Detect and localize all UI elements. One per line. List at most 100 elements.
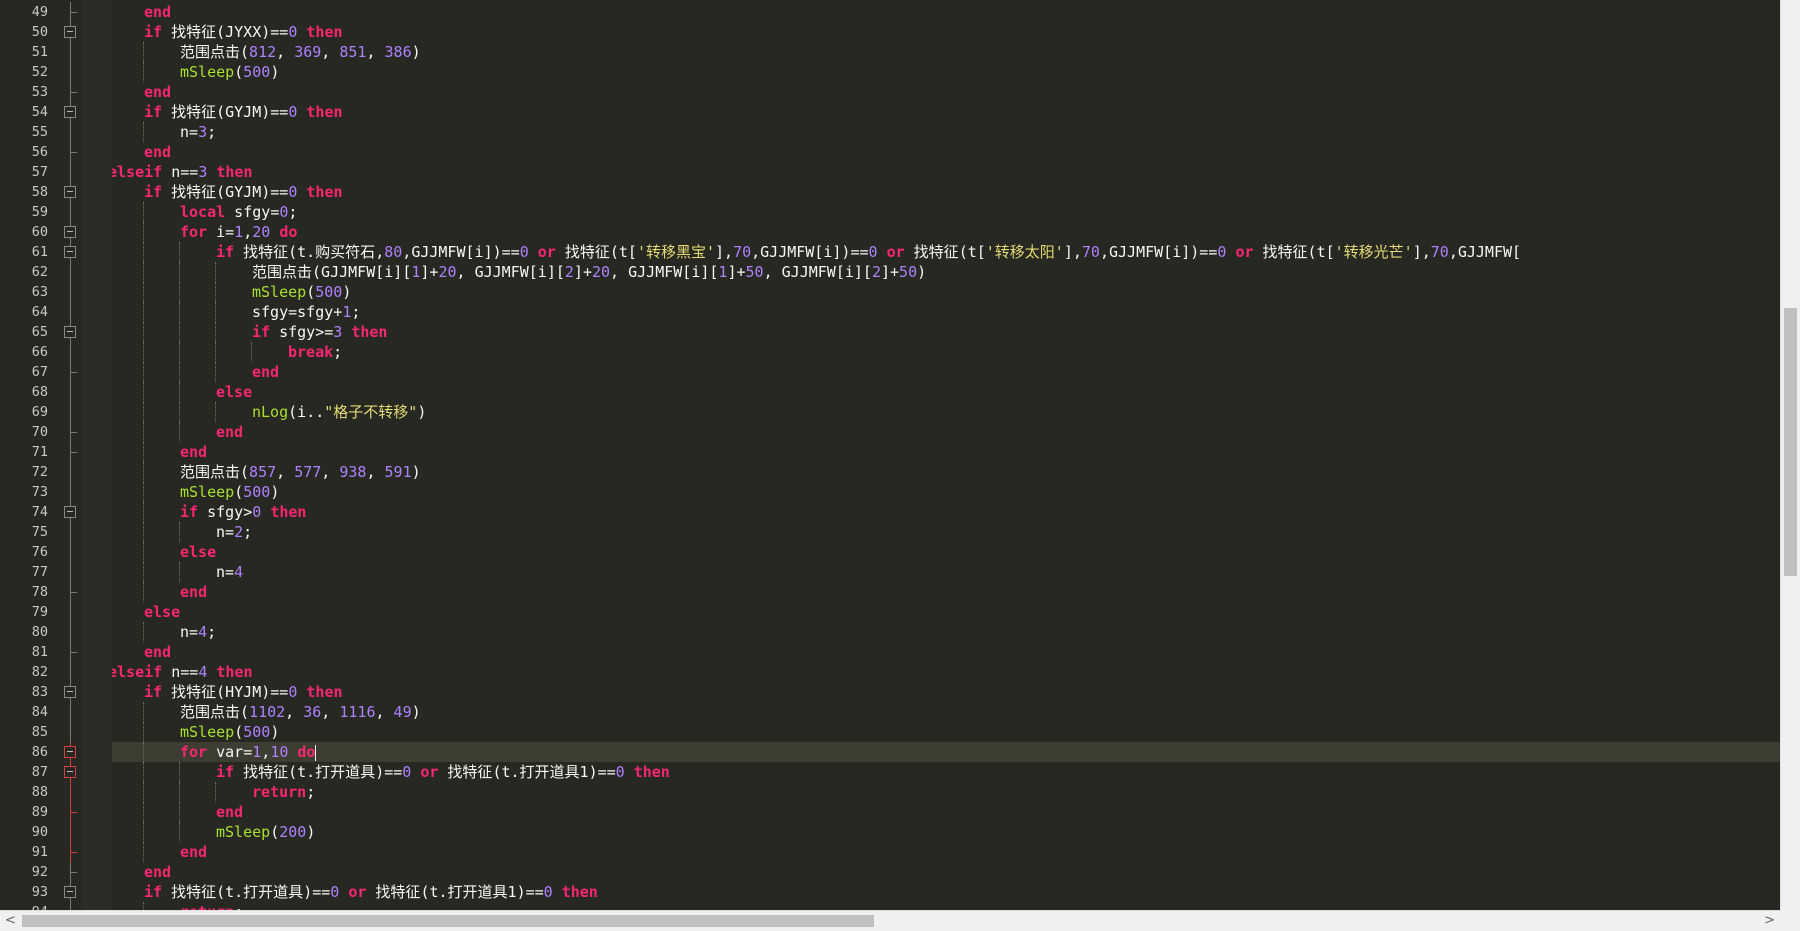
fold-toggle-icon[interactable] [64,766,76,778]
fold-toggle-icon[interactable] [64,326,76,338]
code-line[interactable]: if sfgy>0 then [112,502,1781,522]
fold-end-marker [70,12,77,13]
code-line[interactable]: else [112,542,1781,562]
token-kw: elseif [112,163,163,181]
code-line[interactable]: mSleep(200) [112,822,1781,842]
indent-guide [143,202,144,222]
scroll-right-arrow-icon[interactable]: > [1764,911,1775,931]
code-line[interactable]: mSleep(500) [112,482,1781,502]
code-text: end [144,82,171,102]
token-op: ][ [546,263,565,281]
fold-toggle-icon[interactable] [64,746,76,758]
fold-guide-line [70,562,71,582]
code-line[interactable]: end [112,362,1781,382]
token-op: )== [516,883,544,901]
code-line[interactable]: else [112,382,1781,402]
fold-toggle-icon[interactable] [64,886,76,898]
token-op: , [1448,243,1458,261]
code-line[interactable]: end [112,442,1781,462]
token-op: )== [261,683,289,701]
code-line[interactable]: end [112,862,1781,882]
indent-guide [179,322,180,342]
code-line[interactable]: if 找特征(t.购买符石,80,GJJMFW[i])==0 or 找特征(t[… [112,242,1781,262]
indent-guide [143,442,144,462]
code-line[interactable]: 范围点击(1102, 36, 1116, 49) [112,702,1781,722]
code-line[interactable]: elseif n==4 then [112,662,1781,682]
code-line[interactable]: 范围点击(857, 577, 938, 591) [112,462,1781,482]
code-line[interactable]: for i=1,20 do [112,222,1781,242]
code-line[interactable]: return; [112,782,1781,802]
code-line[interactable]: elseif n==3 then [112,162,1781,182]
code-line[interactable]: if 找特征(GYJM)==0 then [112,182,1781,202]
token-op: , [276,463,295,481]
horizontal-scrollbar[interactable]: < > [0,910,1781,931]
code-line[interactable]: nLog(i.."格子不转移") [112,402,1781,422]
code-line[interactable]: end [112,802,1781,822]
token-num: 500 [243,63,271,81]
line-number: 79 [31,604,48,620]
token-kw: end [144,143,172,161]
code-line[interactable]: if sfgy>=3 then [112,322,1781,342]
code-line[interactable]: end [112,422,1781,442]
code-line[interactable]: end [112,142,1781,162]
code-line[interactable]: mSleep(500) [112,282,1781,302]
token-kw: if [144,183,163,201]
code-area[interactable]: end if 找特征(JYXX)==0 then 范围点击(812, 369, 85… [112,0,1781,911]
vertical-scroll-thumb[interactable] [1784,308,1797,576]
code-text: else [216,382,252,402]
fold-margin[interactable] [82,0,112,911]
token-op: , [366,43,385,61]
code-line[interactable]: break; [112,342,1781,362]
code-line[interactable]: 范围点击(812, 369, 851, 386) [112,42,1781,62]
token-op: [ [682,263,692,281]
token-kw: end [144,643,172,661]
fold-toggle-icon[interactable] [64,686,76,698]
token-num: 70 [1081,243,1100,261]
fold-toggle-icon[interactable] [64,226,76,238]
fold-toggle-icon[interactable] [64,26,76,38]
token-op: ( [216,103,226,121]
code-line[interactable]: end [112,2,1781,22]
code-line[interactable]: n=3; [112,122,1781,142]
fold-toggle-icon[interactable] [64,106,76,118]
code-text: if sfgy>=3 then [252,322,387,342]
code-line[interactable]: n=2; [112,522,1781,542]
fold-toggle-icon[interactable] [64,506,76,518]
fold-toggle-icon[interactable] [64,186,76,198]
code-line[interactable]: end [112,582,1781,602]
code-line[interactable]: sfgy=sfgy+1; [112,302,1781,322]
fold-toggle-icon[interactable] [64,246,76,258]
indent-guide [179,562,180,582]
token-kw: then [306,103,343,121]
code-line[interactable]: end [112,642,1781,662]
line-number: 83 [31,684,48,700]
code-line[interactable]: mSleep(500) [112,62,1781,82]
code-line[interactable]: end [112,82,1781,102]
vertical-scrollbar[interactable] [1780,0,1800,911]
token-op: + [333,303,343,321]
horizontal-scroll-thumb[interactable] [22,915,874,927]
token-fn: mSleep [252,283,307,301]
token-id: sfgy [225,203,271,221]
code-line[interactable]: 范围点击(GJJMFW[i][1]+20, GJJMFW[i][2]+20, G… [112,262,1781,282]
code-line[interactable]: end [112,842,1781,862]
scroll-left-arrow-icon[interactable]: < [5,911,16,931]
code-line[interactable]: local sfgy=0; [112,202,1781,222]
code-line[interactable]: if 找特征(HYJM)==0 then [112,682,1781,702]
code-line[interactable]: n=4; [112,622,1781,642]
indent-guide [143,582,144,602]
code-line[interactable]: if 找特征(GYJM)==0 then [112,102,1781,122]
code-line[interactable]: else [112,602,1781,622]
active-code-line[interactable]: for var=1,10 do [112,742,1781,762]
code-line[interactable]: n=4 [112,562,1781,582]
code-editor[interactable]: 49 50 51 52 53 54 55 56 57 58 59 60 61 62 63 64 65 66 67 68… [0,0,1800,931]
token-op: ; [207,623,217,641]
line-number: 67 [31,364,48,380]
code-line[interactable]: if 找特征(t.打开道具)==0 or 找特征(t.打开道具1)==0 the… [112,882,1781,902]
fold-end-marker [70,812,77,813]
code-line[interactable]: if 找特征(JYXX)==0 then [112,22,1781,42]
code-line[interactable]: if 找特征(t.打开道具)==0 or 找特征(t.打开道具1)==0 the… [112,762,1781,782]
line-number: 57 [31,164,48,180]
code-line[interactable]: mSleep(500) [112,722,1781,742]
code-text: n=2; [216,522,252,542]
